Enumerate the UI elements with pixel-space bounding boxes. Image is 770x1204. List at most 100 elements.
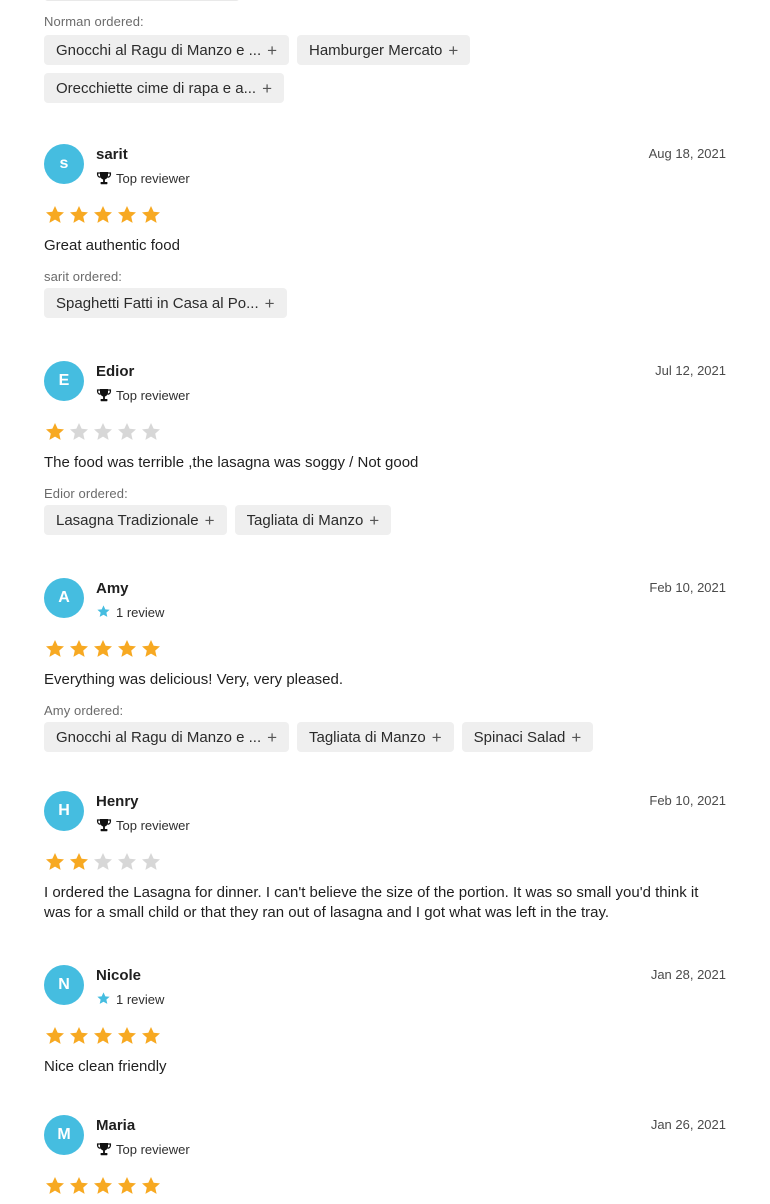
plus-icon: + [431, 727, 442, 747]
menu-item-chip[interactable]: Spaghetti Fatti in Casa al Po... + [44, 288, 287, 318]
review-card: M Maria Top reviewer Jan 26, 2021 [44, 1115, 726, 1201]
star-filled-icon [92, 1025, 114, 1052]
star-empty-icon [140, 421, 162, 448]
star-empty-icon [140, 851, 162, 878]
trophy-icon [96, 170, 112, 186]
review-text: Nice clean friendly [44, 1058, 167, 1075]
review-date: Jan 28, 2021 [650, 967, 726, 982]
menu-item-chip[interactable]: Gnocchi al Ragu di Manzo e ... + [44, 722, 289, 752]
reviewer-name[interactable]: Nicole [96, 967, 141, 984]
plus-icon: + [267, 727, 277, 747]
star-empty-icon [92, 851, 114, 878]
star-filled-icon [44, 1025, 66, 1052]
badge-label: Top reviewer [116, 817, 190, 833]
ordered-items: Orecchiette cime di rapa e a... + [44, 73, 726, 103]
review-date: Jul 12, 2021 [655, 363, 726, 378]
star-filled-icon [68, 851, 90, 878]
menu-item-chip[interactable]: Spinaci Salad + [461, 722, 594, 752]
star-filled-icon [68, 1025, 90, 1052]
star-empty-icon [116, 421, 138, 448]
menu-item-chip[interactable]: Gnocchi al Ragu di Manzo e ... + [44, 35, 289, 65]
reviewer-badge: 1 review [96, 604, 164, 620]
trophy-icon [96, 387, 112, 403]
star-filled-icon [68, 1175, 90, 1202]
star-rating [44, 638, 726, 664]
star-filled-icon [44, 204, 66, 231]
star-filled-icon [140, 1175, 162, 1202]
plus-icon: + [204, 510, 215, 530]
reviewer-name[interactable]: Henry [96, 793, 139, 810]
reviewer-name[interactable]: Edior [96, 363, 134, 380]
top-ordered-section: Norman ordered: Gnocchi al Ragu di Manzo… [44, 13, 726, 103]
menu-item-label: Spinaci Salad [473, 728, 566, 746]
review-text: Great authentic food [44, 237, 180, 254]
avatar: E [44, 361, 84, 401]
badge-label: 1 review [116, 604, 165, 620]
reviewer-badge: Top reviewer [96, 1141, 190, 1157]
cut-off-element [44, 0, 240, 1]
badge-label: Top reviewer [116, 1141, 190, 1157]
star-filled-icon [140, 638, 162, 665]
badge-label: Top reviewer [116, 170, 190, 186]
star-rating [44, 1025, 726, 1051]
reviewer-badge: Top reviewer [96, 817, 190, 833]
avatar: M [44, 1115, 84, 1155]
menu-item-chip[interactable]: Tagliata di Manzo + [234, 505, 392, 535]
star-rating [44, 204, 726, 230]
menu-item-label: Hamburger Mercato [309, 41, 443, 59]
star-filled-icon [116, 1175, 138, 1202]
review-date: Feb 10, 2021 [649, 793, 726, 808]
star-filled-icon [140, 1025, 162, 1052]
star-rating [44, 1175, 726, 1201]
star-filled-icon [116, 638, 138, 665]
menu-item-chip[interactable]: Lasagna Tradizionale + [44, 505, 227, 535]
review-card: A Amy 1 review Feb 10, 2021 Everything w… [44, 578, 726, 752]
reviewer-badge: 1 review [96, 991, 164, 1007]
ordered-items: Gnocchi al Ragu di Manzo e ... + Hamburg… [44, 35, 726, 65]
menu-item-label: Orecchiette cime di rapa e a... [56, 79, 257, 97]
star-filled-icon [140, 204, 162, 231]
star-filled-icon [68, 638, 90, 665]
review-card: E Edior Top reviewer Jul 12, 2021 The fo… [44, 361, 726, 535]
reviewer-name[interactable]: Amy [96, 580, 129, 597]
star-filled-icon [68, 204, 90, 231]
menu-item-label: Gnocchi al Ragu di Manzo e ... [56, 728, 262, 746]
star-filled-icon [44, 851, 66, 878]
avatar: s [44, 144, 84, 184]
review-card: H Henry Top reviewer Feb 10, 2021 I orde… [44, 791, 726, 923]
star-filled-icon [116, 204, 138, 231]
star-empty-icon [92, 421, 114, 448]
reviewer-badge: Top reviewer [96, 387, 190, 403]
trophy-icon [96, 817, 112, 833]
avatar: N [44, 965, 84, 1005]
review-text: The food was terrible ,the lasagna was s… [44, 454, 419, 471]
reviewer-name[interactable]: sarit [96, 146, 128, 163]
menu-item-chip[interactable]: Hamburger Mercato + [297, 35, 471, 65]
menu-item-label: Tagliata di Manzo [309, 728, 426, 746]
review-card: N Nicole 1 review Jan 28, 2021 Nice clea… [44, 965, 726, 1077]
ordered-label: Norman ordered: [44, 14, 144, 29]
avatar: H [44, 791, 84, 831]
ordered-label: sarit ordered: [44, 269, 122, 284]
review-date: Jan 26, 2021 [650, 1117, 726, 1132]
menu-item-chip[interactable]: Tagliata di Manzo + [297, 722, 454, 752]
badge-label: Top reviewer [116, 387, 190, 403]
menu-item-label: Gnocchi al Ragu di Manzo e ... [56, 41, 262, 59]
plus-icon: + [264, 293, 275, 313]
menu-item-label: Tagliata di Manzo [246, 511, 364, 529]
ordered-label: Amy ordered: [44, 703, 124, 718]
star-filled-icon [44, 421, 66, 448]
star-rating [44, 421, 726, 447]
ordered-label: Edior ordered: [44, 486, 128, 501]
badge-label: 1 review [116, 991, 165, 1007]
ordered-items: Gnocchi al Ragu di Manzo e ... + Tagliat… [44, 722, 726, 752]
star-filled-icon [44, 638, 66, 665]
reviewer-name[interactable]: Maria [96, 1117, 135, 1134]
star-filled-icon [92, 1175, 114, 1202]
menu-item-chip[interactable]: Orecchiette cime di rapa e a... + [44, 73, 285, 103]
plus-icon: + [262, 78, 273, 98]
plus-icon: + [448, 40, 459, 60]
ordered-items: Lasagna Tradizionale + Tagliata di Manzo… [44, 505, 726, 535]
plus-icon: + [571, 727, 582, 747]
menu-item-label: Spaghetti Fatti in Casa al Po... [56, 294, 259, 312]
